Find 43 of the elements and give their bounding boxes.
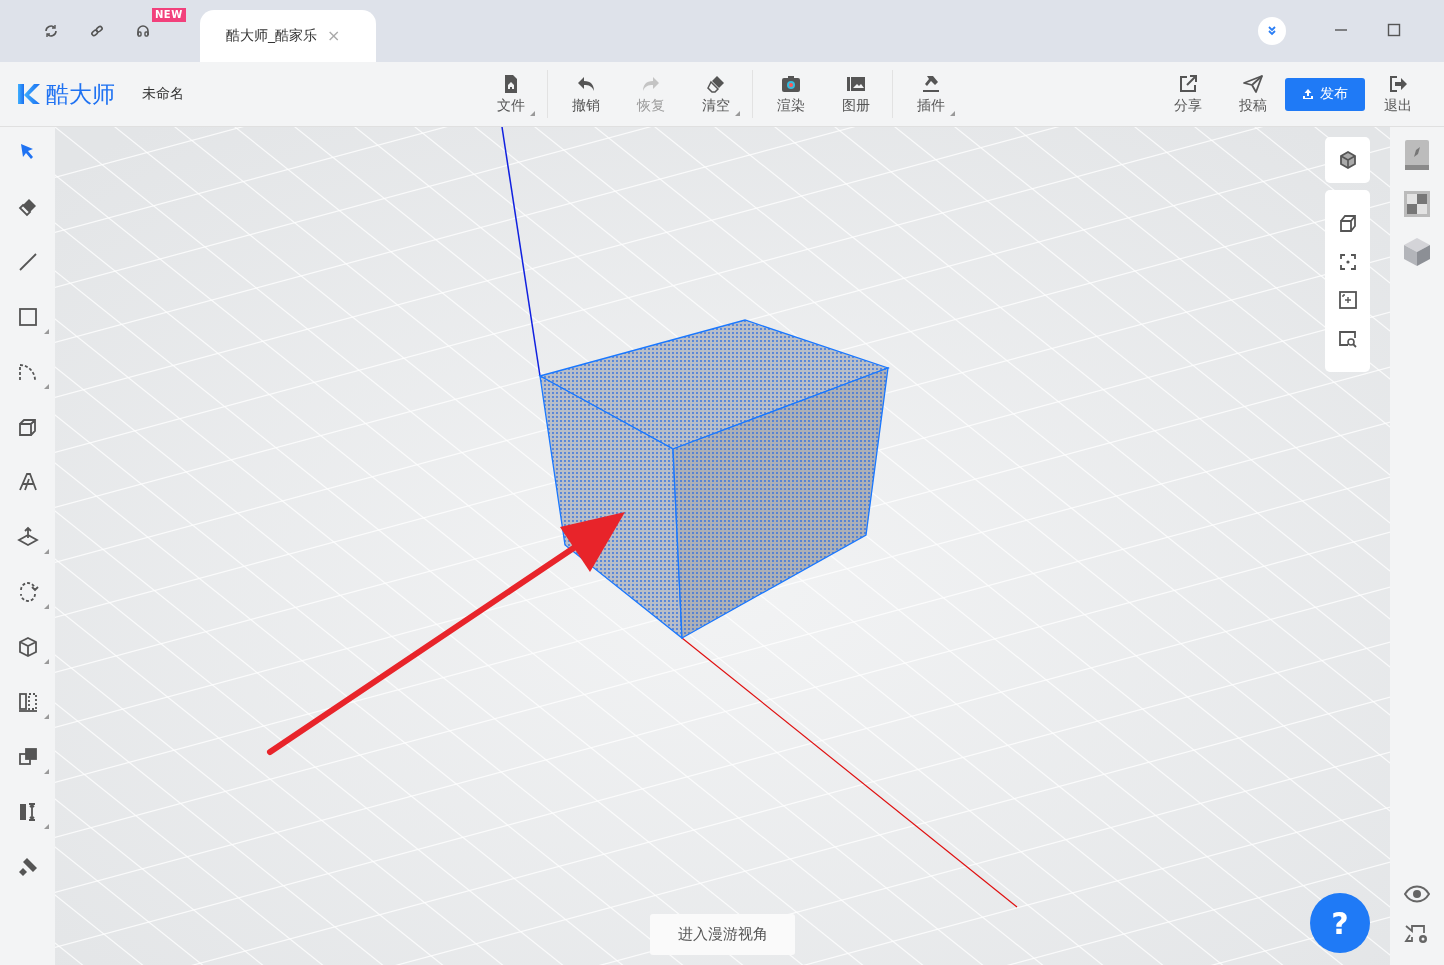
document-tab[interactable]: 酷大师_酷家乐 × [200, 10, 376, 62]
camera-button[interactable]: 渲染 [758, 66, 823, 122]
picture-button[interactable]: 图册 [823, 66, 888, 122]
exit-button[interactable]: 退出 [1365, 66, 1430, 122]
roam-view-button[interactable]: 进入漫游视角 [650, 914, 795, 955]
eye-icon[interactable] [1404, 885, 1430, 903]
expand-button[interactable] [1258, 17, 1286, 45]
new-badge: NEW [152, 8, 186, 22]
link-icon[interactable] [89, 23, 105, 39]
paper-plane-icon [1242, 73, 1263, 94]
headphones-icon[interactable] [135, 23, 151, 39]
maximize-icon[interactable] [1387, 23, 1401, 37]
tab-title: 酷大师_酷家乐 [226, 27, 317, 45]
box-drawing[interactable] [538, 319, 890, 640]
undo-button[interactable]: 撤销 [553, 66, 618, 122]
dropdown-corner-icon [950, 111, 955, 116]
dropdown-corner-icon [735, 111, 740, 116]
box-view-icon[interactable] [1337, 212, 1358, 233]
compass-icon[interactable] [1404, 139, 1430, 171]
share-button[interactable]: 分享 [1155, 66, 1220, 122]
eraser-icon [705, 73, 726, 94]
upload-icon [1302, 88, 1314, 100]
submit-button[interactable]: 投稿 [1220, 66, 1285, 122]
share-icon [1177, 73, 1198, 94]
zoom-window-icon[interactable] [1337, 329, 1358, 350]
exit-icon [1387, 73, 1408, 94]
camera-icon [780, 73, 801, 94]
cube-icon[interactable] [1337, 150, 1358, 170]
hammer-button[interactable]: 插件 [898, 66, 963, 122]
app-name: 酷大师 [46, 79, 115, 109]
dropdown-corner-icon [530, 111, 535, 116]
publish-button[interactable]: 发布 [1285, 77, 1365, 111]
logo-icon [17, 83, 41, 105]
zoom-extents-icon[interactable] [1337, 290, 1358, 311]
checker-icon[interactable] [1404, 191, 1430, 217]
refresh-icon[interactable] [43, 23, 59, 39]
file-name[interactable]: 未命名 [142, 85, 184, 103]
file-button[interactable]: 文件 [478, 66, 543, 122]
camera-settings-icon[interactable] [1404, 923, 1430, 945]
eraser-button[interactable]: 清空 [683, 66, 748, 122]
hammer-icon [920, 73, 941, 94]
focus-icon[interactable] [1337, 251, 1358, 272]
double-chevron-icon [1266, 25, 1278, 37]
